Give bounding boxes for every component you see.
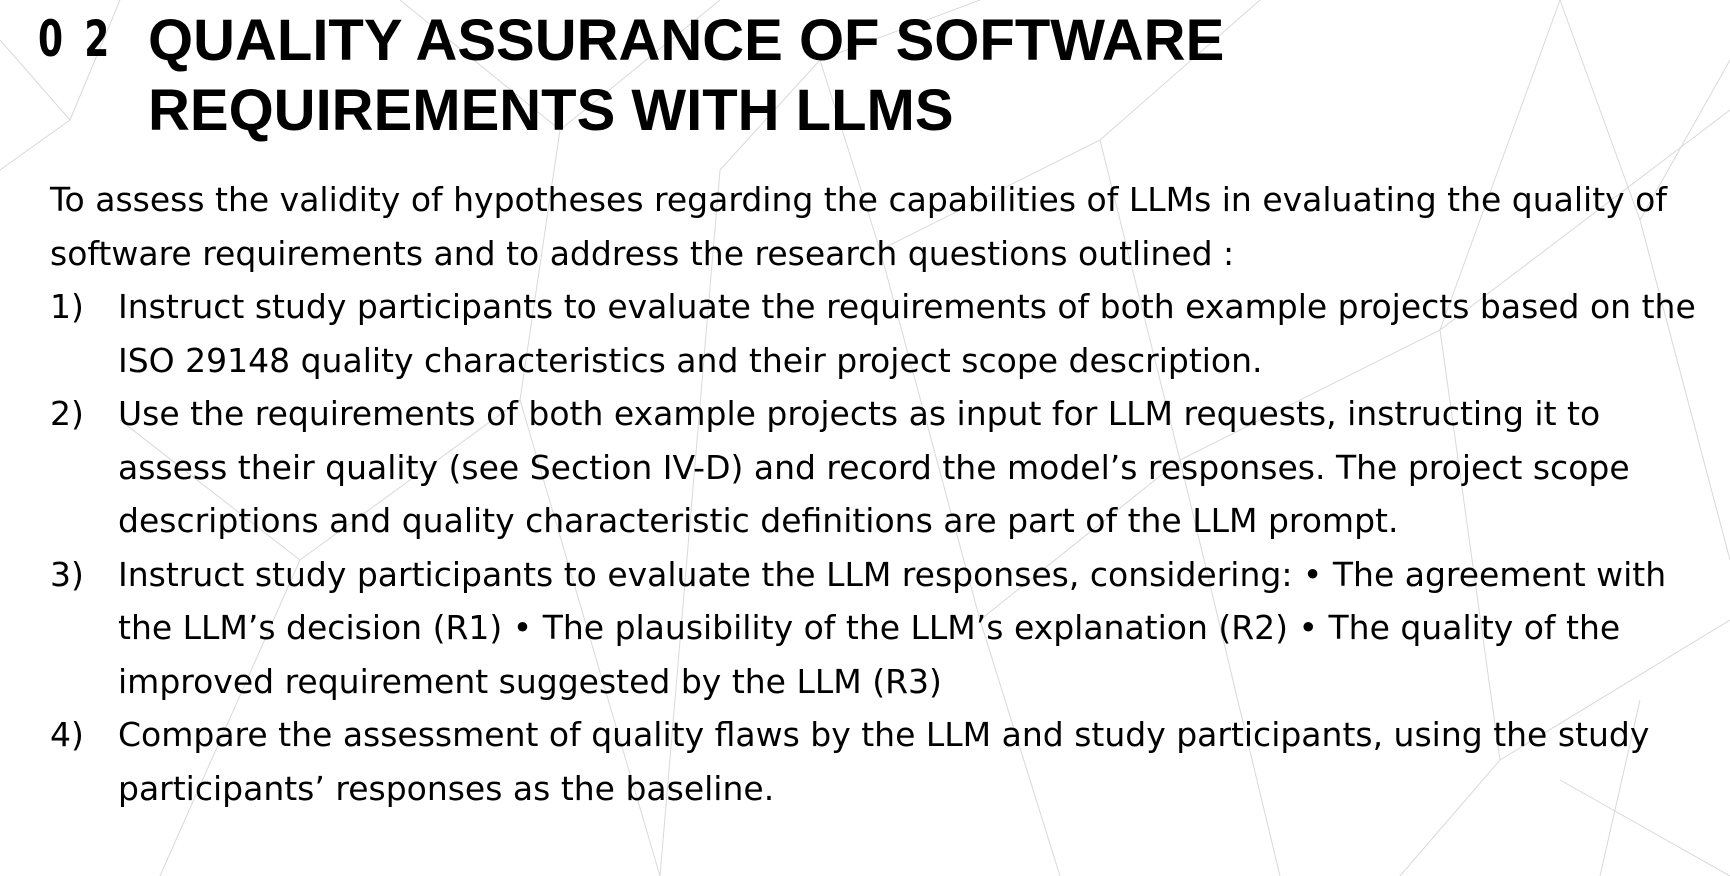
list-item-text: Use the requirements of both example pro… bbox=[118, 394, 1630, 540]
list-item-number: 4) bbox=[50, 715, 84, 754]
intro-paragraph: To assess the validity of hypotheses reg… bbox=[50, 180, 1667, 273]
list-item-text: Compare the assessment of quality flaws … bbox=[118, 715, 1650, 808]
slide-title: QUALITY ASSURANCE OF SOFTWARE REQUIREMEN… bbox=[148, 8, 1225, 143]
steps-list: 1) Instruct study participants to evalua… bbox=[50, 280, 1710, 815]
list-item-text: Instruct study participants to evaluate … bbox=[118, 554, 1667, 701]
list-item: 3) Instruct study participants to evalua… bbox=[50, 548, 1710, 709]
section-number: 0 2 bbox=[38, 10, 114, 68]
list-item-number: 2) bbox=[50, 394, 84, 433]
list-item-number: 1) bbox=[50, 287, 84, 326]
list-item: 1) Instruct study participants to evalua… bbox=[50, 280, 1710, 387]
list-item: 4) Compare the assessment of quality fla… bbox=[50, 708, 1710, 815]
slide: 0 2 QUALITY ASSURANCE OF SOFTWARE REQUIR… bbox=[0, 0, 1730, 876]
slide-body: To assess the validity of hypotheses reg… bbox=[50, 173, 1710, 815]
list-item-text: Instruct study participants to evaluate … bbox=[118, 287, 1696, 380]
list-item: 2) Use the requirements of both example … bbox=[50, 387, 1710, 548]
list-item-number: 3) bbox=[50, 554, 84, 594]
